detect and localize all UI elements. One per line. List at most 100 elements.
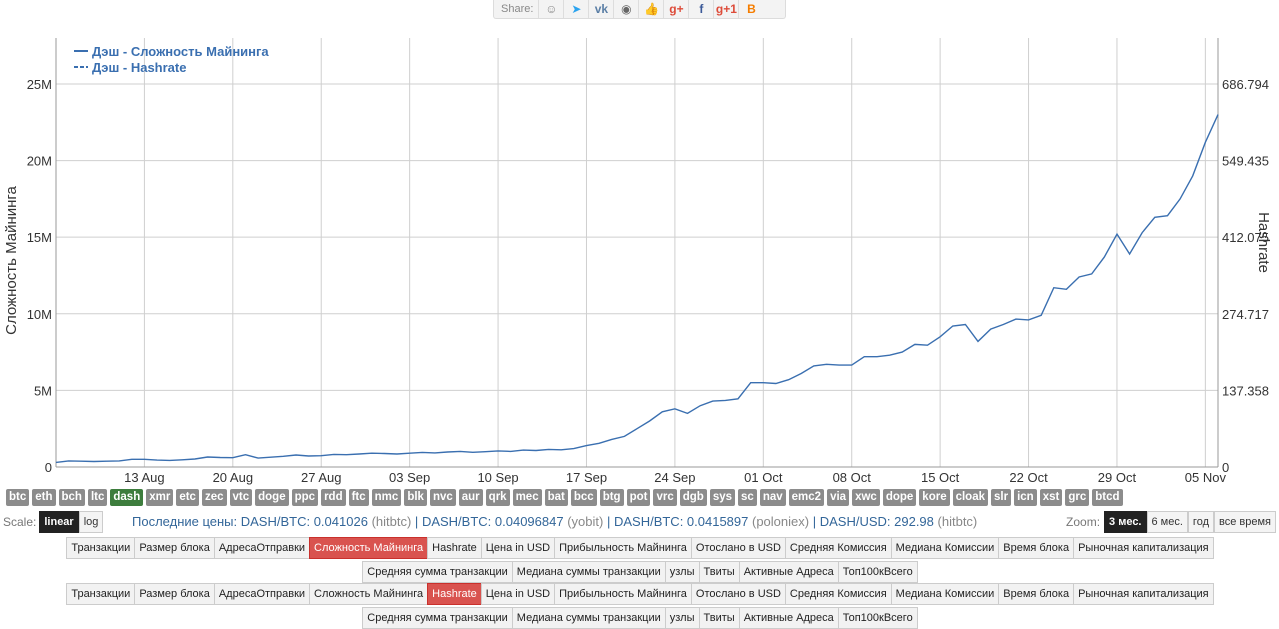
secondary-tab-средняя-комиссия[interactable]: Средняя Комиссия [784, 583, 892, 605]
primary-tab-время-блока[interactable]: Время блока [998, 537, 1075, 559]
primary-tab-средняя-комиссия[interactable]: Средняя Комиссия [784, 537, 892, 559]
primary-tab-размер-блока[interactable]: Размер блока [134, 537, 215, 559]
primary-tab-узлы[interactable]: узлы [664, 561, 700, 583]
primary-tab-транзакции[interactable]: Транзакции [66, 537, 136, 559]
y2-tick-label: 686.794 [1222, 77, 1269, 92]
coin-xmr[interactable]: xmr [146, 489, 174, 506]
secondary-tab-отослано-в-usd[interactable]: Отослано в USD [690, 583, 786, 605]
coin-slr[interactable]: slr [991, 489, 1012, 506]
primary-tab-медиана-суммы-транзакции[interactable]: Медиана суммы транзакции [511, 561, 666, 583]
coin-nav[interactable]: nav [759, 489, 786, 506]
difficulty-chart: 0 05M 137.35810M 274.71715M 412.07520M 549.43… [3, 38, 1272, 485]
primary-tab-твиты[interactable]: Твиты [698, 561, 740, 583]
zoom-6-months-button[interactable]: 6 мес. [1146, 511, 1188, 533]
secondary-tab-время-блока[interactable]: Время блока [998, 583, 1075, 605]
secondary-tab-средняя-сумма-транзакции[interactable]: Средняя сумма транзакции [362, 607, 513, 629]
primary-tab-топ100квсего[interactable]: Топ100кВсего [837, 561, 918, 583]
secondary-tab-топ100квсего[interactable]: Топ100кВсего [837, 607, 918, 629]
coin-dash[interactable]: dash [110, 489, 144, 506]
x-tick-label: 15 Oct [921, 470, 960, 485]
coin-ftc[interactable]: ftc [348, 489, 369, 506]
metric-tabs-primary: Транзакции Размер блока АдресаОтправки Слож… [0, 537, 1279, 583]
y-tick-label: 0 [45, 460, 52, 475]
coin-sys[interactable]: sys [709, 489, 736, 506]
coin-eth[interactable]: eth [32, 489, 56, 506]
primary-tab-прибыльность-майнинга[interactable]: Прибыльность Майнинга [554, 537, 692, 559]
y-axis-title: Сложность Майнинга [3, 185, 20, 334]
secondary-tab-цена-in-usd[interactable]: Цена in USD [480, 583, 556, 605]
coin-pot[interactable]: pot [626, 489, 651, 506]
secondary-tab-сложность-майнинга[interactable]: Сложность Майнинга [309, 583, 429, 605]
coin-kore[interactable]: kore [919, 489, 950, 506]
coin-sc[interactable]: sc [738, 489, 757, 506]
zoom-switch: Zoom: 3 мес. 6 мес. год все время [1066, 511, 1276, 533]
price-source: (poloniex) [752, 514, 810, 529]
coin-vrc[interactable]: vrc [653, 489, 677, 506]
primary-tab-средняя-сумма-транзакции[interactable]: Средняя сумма транзакции [362, 561, 513, 583]
coin-emc2[interactable]: emc2 [788, 489, 825, 506]
price-source: (hitbtc) [371, 514, 412, 529]
coin-cloak[interactable]: cloak [952, 489, 989, 506]
secondary-tab-размер-блока[interactable]: Размер блока [134, 583, 215, 605]
coin-dope[interactable]: dope [882, 489, 917, 506]
coin-rdd[interactable]: rdd [321, 489, 346, 506]
primary-tab-адресаотправки[interactable]: АдресаОтправки [213, 537, 311, 559]
coin-blk[interactable]: blk [404, 489, 427, 506]
coin-mec[interactable]: mec [512, 489, 542, 506]
coin-grc[interactable]: grc [1065, 489, 1090, 506]
zoom-3-months-button[interactable]: 3 мес. [1104, 511, 1147, 533]
coin-dgb[interactable]: dgb [679, 489, 707, 506]
coin-doge[interactable]: doge [255, 489, 289, 506]
secondary-tab-транзакции[interactable]: Транзакции [66, 583, 136, 605]
coin-ltc[interactable]: ltc [87, 489, 108, 506]
secondary-tab-узлы[interactable]: узлы [664, 607, 700, 629]
coin-zec[interactable]: zec [201, 489, 227, 506]
coin-ppc[interactable]: ppc [291, 489, 319, 506]
x-tick-label: 27 Aug [301, 470, 342, 485]
price-source: (hitbtc) [937, 514, 978, 529]
coin-bch[interactable]: bch [58, 489, 85, 506]
coin-icn[interactable]: icn [1014, 489, 1037, 506]
coin-btcd[interactable]: btcd [1092, 489, 1123, 506]
coin-vtc[interactable]: vtc [229, 489, 253, 506]
scale-linear-button[interactable]: linear [39, 511, 79, 533]
price-yobit-btc: DASH/BTC: 0.04096847 [421, 514, 564, 529]
zoom-label: Zoom: [1066, 515, 1101, 529]
primary-tab-активные-адреса[interactable]: Активные Адреса [738, 561, 839, 583]
primary-tab-рыночная-капитализация[interactable]: Рыночная капитализация [1073, 537, 1214, 559]
coin-btc[interactable]: btc [6, 489, 30, 506]
zoom-all-time-button[interactable]: все время [1214, 511, 1276, 533]
secondary-tab-прибыльность-майнинга[interactable]: Прибыльность Майнинга [554, 583, 692, 605]
secondary-tab-медиана-суммы-транзакции[interactable]: Медиана суммы транзакции [511, 607, 666, 629]
coin-bat[interactable]: bat [544, 489, 568, 506]
coin-xst[interactable]: xst [1039, 489, 1063, 506]
primary-tab-отослано-в-usd[interactable]: Отослано в USD [690, 537, 786, 559]
coin-bcc[interactable]: bcc [570, 489, 597, 506]
y2-tick-label: 549.435 [1222, 154, 1269, 169]
primary-tab-медиана-комиссии[interactable]: Медиана Комиссии [890, 537, 1000, 559]
coin-btg[interactable]: btg [599, 489, 624, 506]
coin-xwc[interactable]: xwc [852, 489, 880, 506]
coin-via[interactable]: via [827, 489, 850, 506]
secondary-tab-медиана-комиссии[interactable]: Медиана Комиссии [890, 583, 1000, 605]
primary-tab-hashrate[interactable]: Hashrate [427, 537, 482, 559]
coin-etc[interactable]: etc [176, 489, 199, 506]
secondary-tab-hashrate[interactable]: Hashrate [427, 583, 482, 605]
scale-log-button[interactable]: log [78, 511, 104, 533]
coin-aur[interactable]: aur [458, 489, 483, 506]
secondary-tab-рыночная-капитализация[interactable]: Рыночная капитализация [1073, 583, 1214, 605]
zoom-year-button[interactable]: год [1187, 511, 1214, 533]
x-tick-label: 24 Sep [654, 470, 695, 485]
primary-tab-цена-in-usd[interactable]: Цена in USD [480, 537, 556, 559]
y2-axis-title: Hashrate [1255, 212, 1272, 273]
coin-nmc[interactable]: nmc [371, 489, 402, 506]
price-separator: | [812, 514, 817, 529]
coin-qrk[interactable]: qrk [485, 489, 510, 506]
x-tick-label: 29 Oct [1098, 470, 1137, 485]
secondary-tab-активные-адреса[interactable]: Активные Адреса [738, 607, 839, 629]
primary-tab-сложность-майнинга[interactable]: Сложность Майнинга [309, 537, 429, 559]
coin-nvc[interactable]: nvc [429, 489, 456, 506]
price-poloniex-btc: DASH/BTC: 0.0415897 [613, 514, 749, 529]
secondary-tab-твиты[interactable]: Твиты [698, 607, 740, 629]
secondary-tab-адресаотправки[interactable]: АдресаОтправки [213, 583, 311, 605]
